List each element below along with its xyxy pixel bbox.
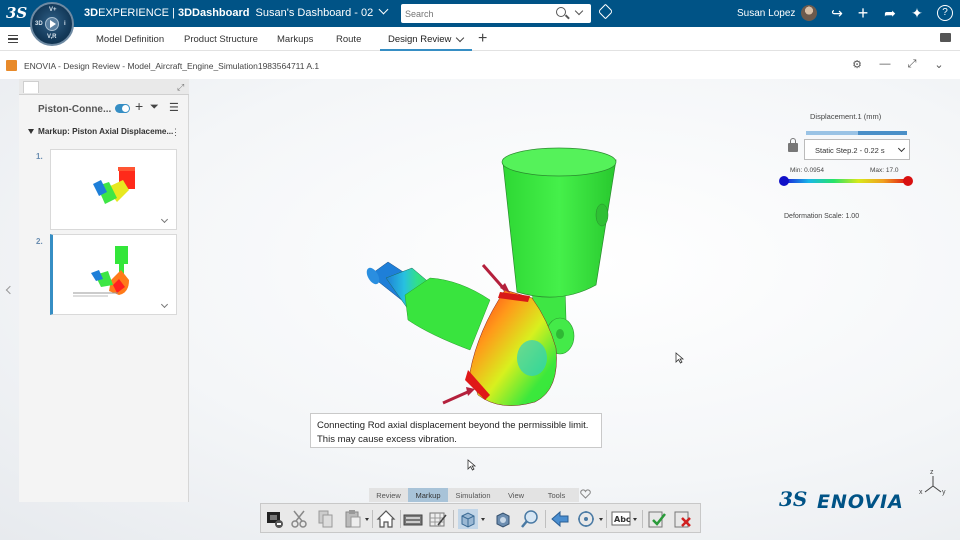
3ds-mark-icon: 3S xyxy=(779,487,808,511)
panel-tab-checklist-icon[interactable] xyxy=(43,81,59,93)
panel-toggle[interactable] xyxy=(115,104,130,113)
add-markup-icon[interactable]: + xyxy=(135,98,143,114)
play-icon[interactable] xyxy=(50,20,56,28)
view-cube-icon[interactable] xyxy=(458,509,478,529)
thumbnail-2-image xyxy=(73,246,129,297)
left-panel: ⤢ Piston-Conne... + ⏷ ☰ Markup: Piston A… xyxy=(19,79,189,502)
step-select-chevron-icon xyxy=(897,144,906,153)
toolbar-separator xyxy=(400,510,401,528)
axis-z-label: z xyxy=(930,469,934,476)
toolbar-separator xyxy=(545,510,546,528)
panel-expand-icon[interactable]: ⤢ xyxy=(177,82,184,93)
deformation-scale: Deformation Scale: 1.00 xyxy=(784,213,860,220)
collapse-triangle-icon[interactable] xyxy=(28,129,34,134)
paste-dropdown-icon[interactable] xyxy=(365,518,369,521)
toolbar-separator xyxy=(372,510,373,528)
action-bar: Abc xyxy=(260,503,701,533)
cmd-tab-simulation[interactable]: Simulation xyxy=(448,488,498,502)
compass-north-label: V+ xyxy=(49,7,57,13)
text-annotation-icon[interactable]: Abc xyxy=(611,509,631,529)
legend-min: Min: 0.0954 xyxy=(790,167,824,174)
toolbar-separator xyxy=(642,510,643,528)
render-style-icon[interactable] xyxy=(493,509,513,529)
thumbnail-number: 1. xyxy=(36,152,43,161)
note-line-2: This may cause excess vibration. xyxy=(317,434,457,445)
rotate-dropdown-icon[interactable] xyxy=(599,518,603,521)
cmd-tab-view[interactable]: View xyxy=(498,488,534,502)
enovia-wordmark: ENOVIA xyxy=(817,491,904,513)
legend-bar xyxy=(806,131,907,135)
camera-icon[interactable] xyxy=(265,509,285,529)
markup-group-header[interactable]: Markup: Piston Axial Displaceme... xyxy=(28,127,173,136)
cmd-tab-review[interactable]: Review xyxy=(369,488,408,502)
grid-edit-icon[interactable] xyxy=(428,509,448,529)
command-tabs: Review Markup Simulation View Tools xyxy=(369,488,579,502)
crankshaft[interactable] xyxy=(364,261,491,351)
legend-bar-light xyxy=(806,131,858,135)
compass-west-label: 3D xyxy=(35,21,43,27)
markup-note[interactable]: Connecting Rod axial displacement beyond… xyxy=(310,413,602,448)
cmd-tab-markup[interactable]: Markup xyxy=(408,488,448,502)
cut-icon[interactable] xyxy=(290,509,310,529)
compass-east-label: i xyxy=(64,21,66,27)
note-line-1: Connecting Rod axial displacement beyond… xyxy=(317,420,589,431)
favorite-heart-icon[interactable] xyxy=(580,489,591,499)
axis-x-label: x xyxy=(919,489,923,496)
cmd-tab-tools[interactable]: Tools xyxy=(534,488,579,502)
paste-icon[interactable] xyxy=(343,509,363,529)
filter-icon[interactable]: ⏷ xyxy=(150,101,159,114)
min-slider-knob[interactable] xyxy=(779,176,789,186)
compass-south-label: V,R xyxy=(47,34,57,40)
list-menu-icon[interactable]: ☰ xyxy=(169,101,179,114)
copy-icon[interactable] xyxy=(316,509,336,529)
legend-title: Displacement.1 (mm) xyxy=(810,112,882,121)
keyboard-icon[interactable] xyxy=(403,509,423,529)
more-options-icon[interactable]: ⋮ xyxy=(171,127,180,138)
rotate-icon[interactable] xyxy=(576,509,596,529)
mouse-cursor-icon xyxy=(675,352,685,364)
markup-label: Markup: Piston Axial Displaceme... xyxy=(38,127,174,136)
color-scale-bar xyxy=(784,179,908,183)
legend-max: Max: 17.0 xyxy=(870,167,899,174)
toolbar-separator xyxy=(606,510,607,528)
zoom-icon[interactable] xyxy=(520,509,540,529)
svg-text:Abc: Abc xyxy=(614,515,631,524)
home-icon[interactable] xyxy=(376,509,396,529)
back-arrow-icon[interactable] xyxy=(550,509,570,529)
accept-changes-icon[interactable] xyxy=(647,509,667,529)
step-select[interactable]: Static Step.2 - 0.22 s xyxy=(804,139,910,160)
step-select-value: Static Step.2 - 0.22 s xyxy=(815,146,885,155)
thumbnail-number: 2. xyxy=(36,237,43,246)
annotation-dropdown-icon[interactable] xyxy=(633,518,637,521)
max-slider-knob[interactable] xyxy=(903,176,913,186)
piston[interactable] xyxy=(501,147,617,298)
reject-changes-icon[interactable] xyxy=(673,509,693,529)
view-dropdown-icon[interactable] xyxy=(481,518,485,521)
panel-title: Piston-Conne... xyxy=(38,104,112,115)
compass-icon[interactable]: V+ 3D i V,R xyxy=(30,2,74,46)
panel-tab-view-icon[interactable] xyxy=(23,81,39,93)
markup-thumbnail-1[interactable] xyxy=(50,149,177,230)
mouse-cursor-icon xyxy=(467,459,477,471)
markup-thumbnail-2[interactable] xyxy=(50,234,177,315)
toolbar-separator xyxy=(453,510,454,528)
panel-tabs: ⤢ xyxy=(19,79,189,95)
thumbnail-1-image xyxy=(93,167,135,204)
lock-icon[interactable] xyxy=(788,138,798,152)
axis-y-label: y xyxy=(942,489,946,496)
